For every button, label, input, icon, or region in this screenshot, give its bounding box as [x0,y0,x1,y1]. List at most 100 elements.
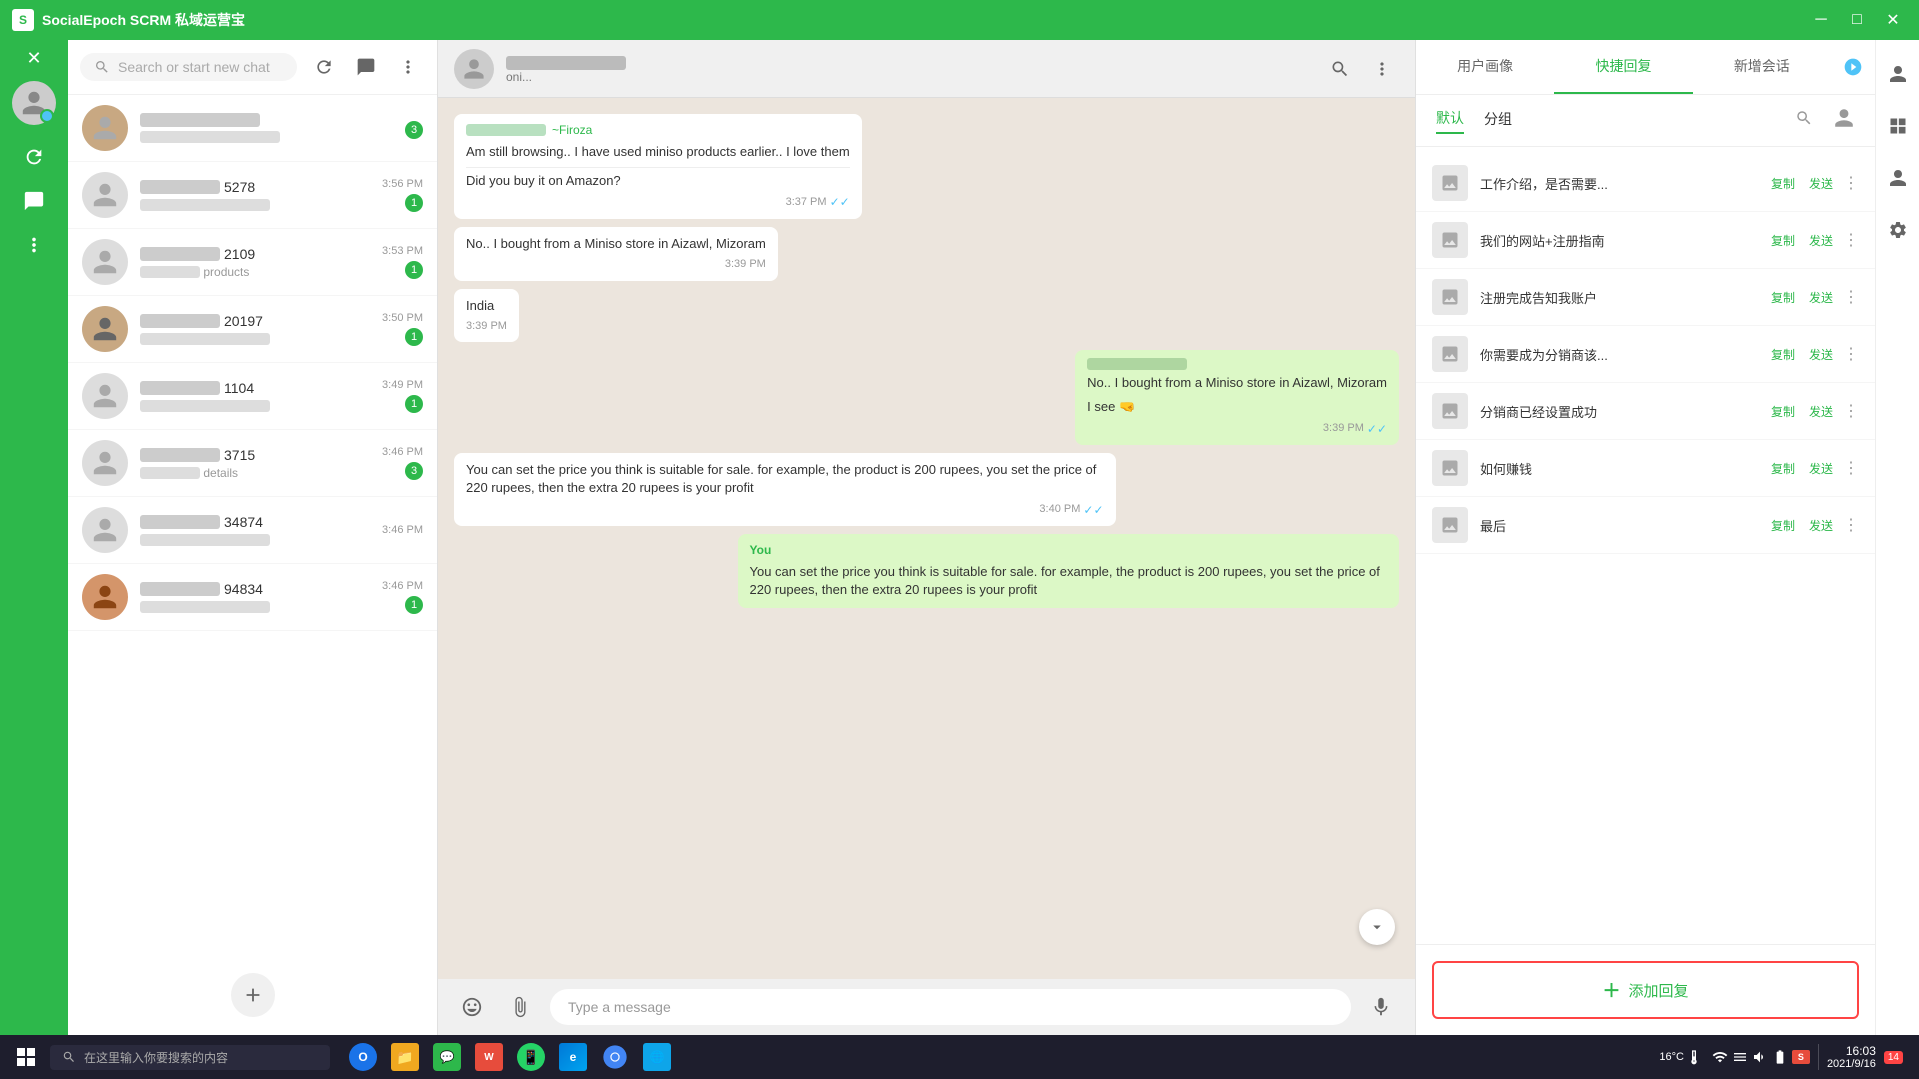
qr-image-icon [1432,450,1468,486]
taskbar-app-network[interactable]: 🌐 [638,1038,676,1076]
chat-contact-name [506,53,1311,69]
taskbar-app-cortana[interactable]: O [344,1038,382,1076]
message-input[interactable]: Type a message [550,989,1351,1025]
tab-user-profile[interactable]: 用户画像 [1416,40,1554,94]
app-title: SocialEpoch SCRM 私域运营宝 [42,10,245,30]
taskbar-app-explorer[interactable]: 📁 [386,1038,424,1076]
search-box[interactable]: Search or start new chat [80,53,297,81]
contacts-icon-btn[interactable] [1880,108,1916,144]
attachment-button[interactable] [502,989,538,1025]
bubble-time: 3:39 PM [466,319,507,334]
start-button[interactable] [8,1039,44,1075]
copy-button[interactable]: 复制 [1767,230,1799,251]
copy-button[interactable]: 复制 [1767,458,1799,479]
copy-button[interactable]: 复制 [1767,515,1799,536]
message-row: India 3:39 PM [454,289,1399,343]
qr-actions: 复制 发送 ⋮ [1767,458,1859,479]
chat-preview [140,332,370,346]
list-item[interactable]: 2109 products 3:53 PM 1 [68,229,437,296]
list-item[interactable]: 3715 details 3:46 PM 3 [68,430,437,497]
right-panel-header: 用户画像 快捷回复 新增会话 [1416,40,1875,95]
taskbar-app-whatsapp[interactable]: 📱 [512,1038,550,1076]
refresh-icon-btn[interactable] [14,137,54,177]
minimize-button[interactable]: ─ [1807,6,1835,34]
chat-meta: 3:56 PM 1 [382,178,423,212]
send-button[interactable]: 发送 [1805,515,1837,536]
qr-actions: 复制 发送 ⋮ [1767,344,1859,365]
chat-info: 5278 [140,179,370,212]
copy-button[interactable]: 复制 [1767,173,1799,194]
chat-time: 3:46 PM [382,580,423,592]
notification-badge[interactable]: 14 [1884,1051,1903,1064]
sync-icon-btn[interactable] [307,50,341,84]
taskbar-search[interactable]: 在这里输入你要搜索的内容 [50,1045,330,1070]
more-tabs-button[interactable] [1831,57,1875,77]
sub-tab-groups[interactable]: 分组 [1484,109,1512,133]
qr-more-button[interactable]: ⋮ [1843,401,1859,421]
chat-search-button[interactable] [1323,52,1357,86]
message-text: India [466,297,507,315]
copy-button[interactable]: 复制 [1767,287,1799,308]
tab-new-chat[interactable]: 新增会话 [1693,40,1831,94]
qr-more-button[interactable]: ⋮ [1843,458,1859,478]
clock-area: 16:03 2021/9/16 [1818,1044,1876,1070]
list-item[interactable]: 3 [68,95,437,162]
taskbar-app-wechat[interactable]: 💬 [428,1038,466,1076]
send-button[interactable]: 发送 [1805,458,1837,479]
emoji-button[interactable] [454,989,490,1025]
send-button[interactable]: 发送 [1805,344,1837,365]
qr-image-icon [1432,165,1468,201]
add-chat-button[interactable] [231,973,275,1017]
qr-more-button[interactable]: ⋮ [1843,515,1859,535]
right-panel-search-button[interactable] [1795,109,1813,132]
settings-icon-btn[interactable] [1880,212,1916,248]
person-icon-btn[interactable] [1880,160,1916,196]
scroll-down-button[interactable] [1359,909,1395,945]
tab-quick-reply[interactable]: 快捷回复 [1554,40,1692,94]
bubble-time: 3:40 PM ✓✓ [466,502,1104,519]
mic-button[interactable] [1363,989,1399,1025]
taskbar-app-chrome[interactable] [596,1038,634,1076]
list-item[interactable]: 94834 3:46 PM 1 [68,564,437,631]
close-button[interactable]: ✕ [1879,6,1907,34]
list-item[interactable]: 5278 3:56 PM 1 [68,162,437,229]
qr-text: 分销商已经设置成功 [1480,402,1755,421]
copy-button[interactable]: 复制 [1767,401,1799,422]
add-reply-button[interactable]: ＋ 添加回复 [1432,961,1859,1019]
sub-tab-default[interactable]: 默认 [1436,108,1464,134]
message-text: You can set the price you think is suita… [750,563,1388,599]
send-button[interactable]: 发送 [1805,401,1837,422]
add-chat-area [68,955,437,1035]
overflow-icon-btn[interactable] [391,50,425,84]
qr-more-button[interactable]: ⋮ [1843,173,1859,193]
message-text: Am still browsing.. I have used miniso p… [466,143,850,161]
copy-button[interactable]: 复制 [1767,344,1799,365]
chat-preview [140,533,370,547]
list-item[interactable]: 20197 3:50 PM 1 [68,296,437,363]
close-icon[interactable]: ✕ [26,48,41,69]
more-icon-btn[interactable] [14,225,54,265]
send-button[interactable]: 发送 [1805,230,1837,251]
chat-name: 5278 [140,179,370,195]
taskbar-app-wps[interactable]: W [470,1038,508,1076]
list-item[interactable]: 1104 3:49 PM 1 [68,363,437,430]
chat-icon-btn[interactable] [14,181,54,221]
profile-icon-btn[interactable] [1880,56,1916,92]
user-profile-icon[interactable] [1833,107,1855,134]
qr-more-button[interactable]: ⋮ [1843,287,1859,307]
chat-header-info: oni... [506,53,1311,83]
avatar [82,373,128,419]
qr-more-button[interactable]: ⋮ [1843,230,1859,250]
message-row: You can set the price you think is suita… [454,453,1399,526]
send-button[interactable]: 发送 [1805,173,1837,194]
chat-overflow-button[interactable] [1365,52,1399,86]
bubble-time: 3:37 PM ✓✓ [466,194,850,211]
list-item[interactable]: 34874 3:46 PM [68,497,437,564]
taskbar-app-edge[interactable]: e [554,1038,592,1076]
qr-more-button[interactable]: ⋮ [1843,344,1859,364]
maximize-button[interactable]: □ [1843,6,1871,34]
send-button[interactable]: 发送 [1805,287,1837,308]
chats-icon-btn[interactable] [349,50,383,84]
unread-badge: 1 [405,395,423,413]
search-placeholder: Search or start new chat [118,59,270,75]
